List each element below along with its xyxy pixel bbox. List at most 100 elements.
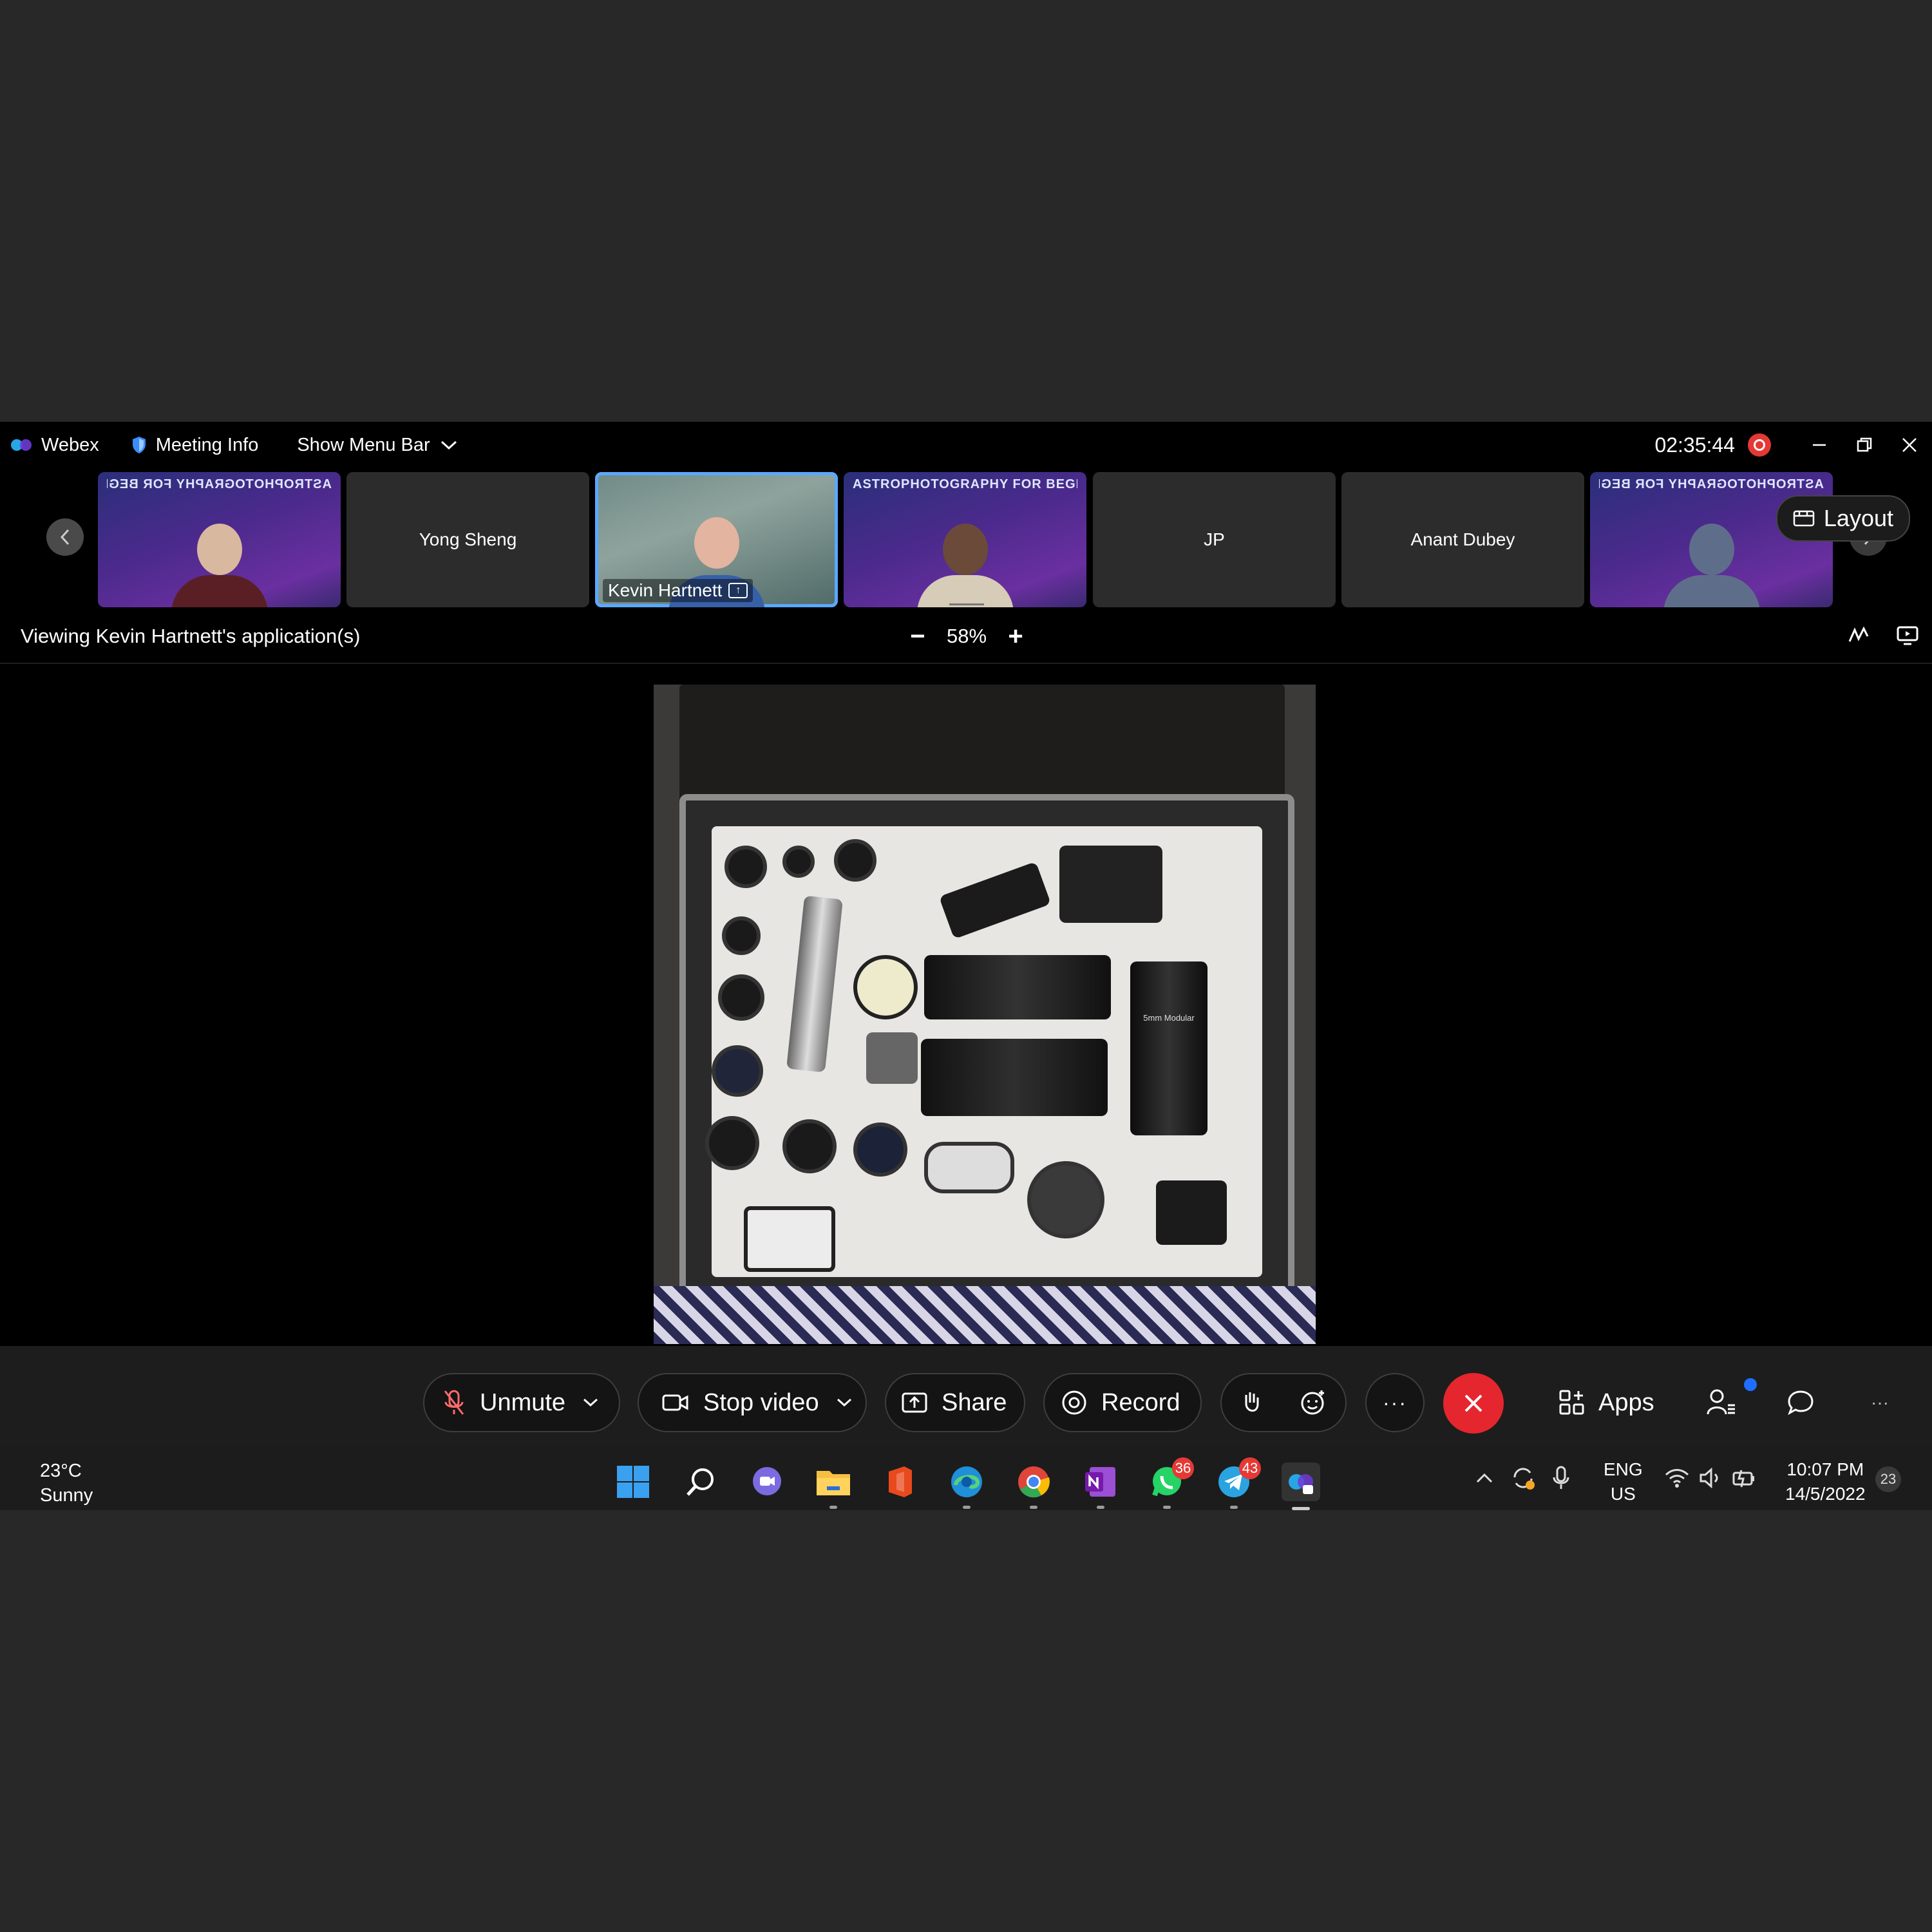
overflow-icon: ···	[1871, 1392, 1889, 1412]
chevron-down-icon	[837, 1398, 851, 1407]
lens-slot	[853, 1122, 907, 1177]
apps-label: Apps	[1598, 1388, 1654, 1416]
weather-widget[interactable]: 23°C Sunny	[40, 1459, 93, 1508]
lens-slot	[782, 1119, 837, 1173]
clock-time: 10:07 PM	[1786, 1459, 1864, 1479]
participant-name: Kevin Hartnett	[608, 580, 723, 600]
search-icon	[687, 1468, 714, 1496]
battery-charging-icon	[1732, 1470, 1754, 1488]
chevron-up-icon[interactable]	[1475, 1470, 1494, 1486]
record-icon	[1062, 1390, 1086, 1415]
unmute-label: Unmute	[480, 1388, 566, 1416]
show-menu-bar-label: Show Menu Bar	[297, 434, 430, 455]
participant-tile-4[interactable]: ASTROPHOTOGRAPHY FOR BEGINNERS	[844, 472, 1086, 607]
webex-taskbar-button[interactable]	[1282, 1463, 1320, 1510]
system-clock[interactable]: 10:07 PM 14/5/2022	[1785, 1457, 1866, 1506]
microphone-icon[interactable]	[1552, 1466, 1570, 1490]
annotate-pen-icon	[1848, 626, 1869, 642]
stop-video-button[interactable]: Stop video	[638, 1373, 867, 1432]
minimize-button[interactable]	[1797, 422, 1842, 468]
layout-button[interactable]: Layout	[1776, 495, 1910, 542]
zoom-in-button[interactable]: +	[999, 622, 1032, 651]
close-button[interactable]	[1887, 422, 1932, 468]
shield-icon	[132, 437, 146, 453]
start-button[interactable]	[615, 1464, 651, 1500]
shared-application-view[interactable]: 5mm Modular	[654, 685, 1316, 1344]
temperature: 23°C	[40, 1461, 82, 1481]
participant-tile-1[interactable]: ASTROPHOTOGRAPHY FOR BEGINNERS	[98, 472, 341, 607]
participant-tile-jp[interactable]: JP	[1093, 472, 1336, 607]
microphone-muted-icon	[444, 1390, 464, 1415]
zoom-level: 58%	[947, 625, 987, 647]
whatsapp-button[interactable]: 36	[1149, 1457, 1194, 1509]
edge-button[interactable]	[949, 1464, 985, 1509]
title-bar: Webex Meeting Info Show Menu Bar 02:35:4…	[0, 422, 1932, 468]
cap	[924, 1142, 1014, 1193]
language-code: ENG	[1604, 1459, 1643, 1479]
title-bar-right: 02:35:44	[1654, 422, 1932, 468]
participant-tile-anant-dubey[interactable]: Anant Dubey	[1341, 472, 1584, 607]
quick-settings[interactable]	[1664, 1446, 1757, 1510]
chrome-button[interactable]	[1016, 1464, 1052, 1509]
record-button[interactable]: Record	[1043, 1373, 1202, 1432]
accessory-case: 5mm Modular	[679, 794, 1294, 1316]
meeting-info-button[interactable]: Meeting Info	[131, 435, 258, 456]
sync-icon[interactable]	[1510, 1464, 1537, 1492]
reactions-icon[interactable]	[1300, 1389, 1327, 1416]
finder-scope	[938, 861, 1052, 940]
apps-button[interactable]: Apps	[1558, 1373, 1654, 1432]
close-icon	[1902, 438, 1917, 452]
case-foam: 5mm Modular	[705, 826, 1262, 1277]
chevron-down-icon	[440, 440, 457, 450]
filter	[866, 1032, 918, 1084]
reactions-group	[1220, 1373, 1347, 1432]
notification-center-badge[interactable]: 23	[1875, 1466, 1901, 1492]
adapter	[853, 955, 918, 1019]
zoom-eyepiece	[921, 1039, 1108, 1116]
tablecloth	[654, 1286, 1316, 1344]
viewing-bar: Viewing Kevin Hartnett's application(s) …	[0, 610, 1932, 664]
telegram-button[interactable]: 43	[1216, 1457, 1261, 1509]
raise-hand-icon[interactable]	[1240, 1390, 1262, 1416]
recording-indicator-icon[interactable]	[1748, 433, 1771, 457]
tile-banner: ASTROPHOTOGRAPHY FOR BEGINNERS	[107, 477, 332, 491]
remote-control-button[interactable]	[1896, 623, 1919, 650]
chat-icon	[1788, 1390, 1814, 1416]
onenote-button[interactable]	[1083, 1464, 1119, 1509]
participant-video	[916, 511, 1014, 607]
lens-slot	[722, 916, 761, 955]
participant-tile-yong-sheng[interactable]: Yong Sheng	[346, 472, 589, 607]
zoom-eyepiece	[924, 955, 1111, 1019]
end-call-button[interactable]	[1443, 1373, 1504, 1434]
restore-button[interactable]	[1842, 422, 1887, 468]
eyepiece-label: 5mm Modular	[1143, 1013, 1195, 1023]
teams-chat-button[interactable]	[749, 1464, 785, 1500]
zoom-out-button[interactable]: −	[902, 622, 934, 651]
participant-name: Yong Sheng	[419, 529, 517, 549]
strip-prev-button[interactable]	[46, 518, 84, 556]
search-button[interactable]	[683, 1464, 719, 1500]
language-indicator[interactable]: ENG US	[1604, 1457, 1643, 1506]
annotate-button[interactable]	[1847, 623, 1870, 650]
chat-button[interactable]	[1786, 1373, 1815, 1432]
participant-name: JP	[1204, 529, 1225, 549]
share-button[interactable]: Share	[885, 1373, 1025, 1432]
participant-tile-kevin-hartnett[interactable]: Kevin Hartnett ↑	[595, 472, 838, 607]
overflow-menu-button[interactable]: ···	[1871, 1373, 1889, 1432]
windows-taskbar: 23°C Sunny 36 43 ENG US 10:07 PM 14/5/20…	[0, 1446, 1932, 1510]
webex-window: Webex Meeting Info Show Menu Bar 02:35:4…	[0, 422, 1932, 1510]
show-menu-bar-button[interactable]: Show Menu Bar	[297, 435, 458, 456]
lens-slot	[834, 839, 876, 882]
more-options-button[interactable]: ···	[1365, 1373, 1425, 1432]
lens-slot	[782, 846, 815, 878]
unmute-button[interactable]: Unmute	[423, 1373, 620, 1432]
more-options-icon: ···	[1383, 1390, 1407, 1414]
office-button[interactable]	[882, 1464, 918, 1500]
windows-start-icon	[617, 1466, 649, 1498]
file-explorer-button[interactable]	[815, 1464, 851, 1509]
sharing-icon: ↑	[728, 583, 748, 598]
participants-button[interactable]	[1707, 1373, 1757, 1432]
participant-video	[171, 511, 268, 607]
tile-banner: ASTROPHOTOGRAPHY FOR BEGINNERS	[853, 477, 1077, 491]
onenote-icon	[1085, 1467, 1115, 1497]
